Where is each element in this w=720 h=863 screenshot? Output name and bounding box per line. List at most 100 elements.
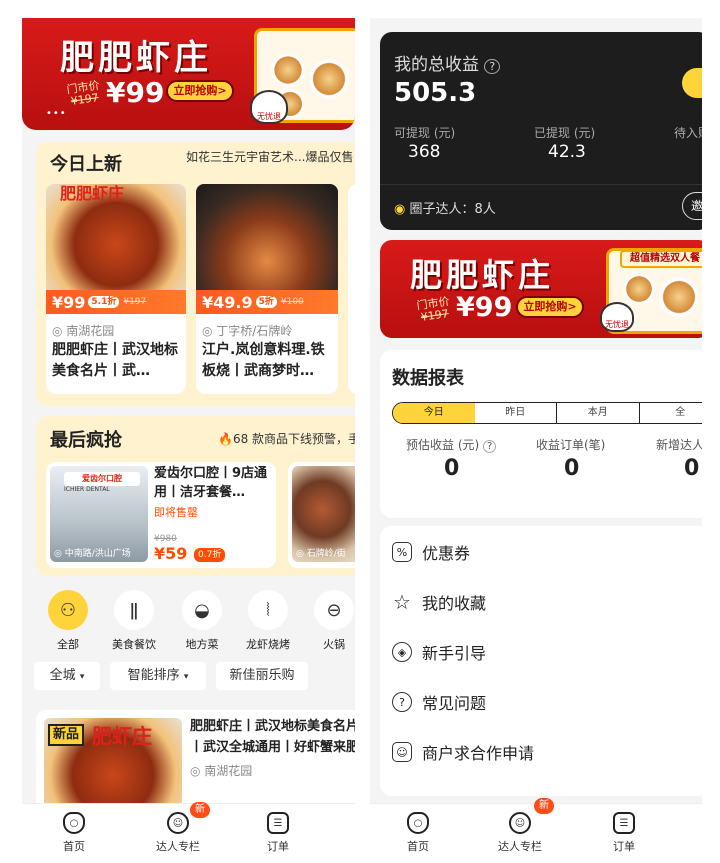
product-title: 肥肥虾庄丨武汉地标美食名片丨武… — [52, 342, 178, 379]
location-text: ◎ 南湖花园 — [190, 764, 253, 778]
metric-label: 新增达人 — [656, 438, 702, 452]
menu-guide[interactable]: ◈ 新手引导 — [392, 640, 486, 664]
expert-icon: ☺ — [509, 812, 531, 834]
filter-sort[interactable]: 智能排序 ▾ — [110, 662, 206, 690]
nav-home[interactable]: ○ 首页 — [44, 812, 104, 854]
mascot-icon: 无忧退 — [600, 302, 634, 332]
profile-screen: 我的总收益 ? 505.3 可提现 (元) 368 已提现 (元) 42.3 待… — [370, 18, 702, 863]
metric-label: 收益订单(笔) — [536, 438, 606, 452]
home-icon: ○ — [63, 812, 85, 834]
today-new-section: 今日上新 如花三生元宇宙艺术...爆品仅售 肥肥虾庄 ¥99 5.1折 ¥197… — [36, 142, 355, 406]
help-icon: ? — [484, 59, 501, 74]
product-image: 肥肥虾庄 — [46, 184, 186, 294]
offline-alert[interactable]: 🔥68 款商品下线预警，手 — [218, 430, 355, 447]
new-badge: 新 — [190, 802, 210, 818]
new-badge: 新 — [534, 798, 554, 814]
product-image — [196, 184, 338, 294]
location-text: ◎ 石牌岭/街 — [296, 549, 346, 559]
nav-orders[interactable]: ☰ 订单 — [594, 812, 654, 854]
banner-pager: ••• — [46, 108, 67, 119]
category-food[interactable]: ǁ 美食餐饮 — [112, 590, 156, 652]
banner-old-price: 门市价 ¥197 — [65, 78, 101, 108]
metric-value: 0 — [564, 456, 580, 481]
metric-value: 0 — [684, 456, 700, 481]
banner-buy-button[interactable]: 立即抢购> — [516, 296, 584, 318]
utensils-icon: ǁ — [114, 590, 154, 630]
section-title: 最后疯抢 — [50, 430, 122, 451]
deal-card[interactable]: 爱齿尔口腔 ICHIER DENTAL ◎ 中南路/洪山广场 爱齿尔口腔丨9店通… — [46, 462, 276, 568]
metric-value: 0 — [444, 456, 460, 481]
report-tabs: 今日 昨日 本月 全 — [392, 402, 702, 424]
target-icon: ◉ — [394, 202, 406, 217]
tab-all[interactable]: 全 — [638, 403, 703, 423]
last-chance-section: 最后疯抢 🔥68 款商品下线预警，手 爱齿尔口腔 ICHIER DENTAL ◎… — [36, 416, 355, 576]
bowl-icon: ◒ — [182, 590, 222, 630]
product-title: 江户.岚创意料理.铁板烧丨武商梦时… — [202, 342, 325, 379]
bottom-nav: ○ 首页 ☺ 达人专栏 新 ☰ 订单 — [22, 802, 355, 863]
category-local[interactable]: ◒ 地方菜 — [180, 590, 224, 652]
banner-title: 肥肥虾庄 — [60, 38, 212, 78]
price-bar: ¥99 5.1折 ¥197 — [46, 290, 186, 314]
price-bar: ¥49.9 5折 ¥100 — [196, 290, 338, 314]
menu-coupons[interactable]: % 优惠券 — [392, 540, 470, 564]
banner-price: ¥99 — [106, 76, 165, 109]
feed-title: 肥肥虾庄丨武汉地标美食名片丨武汉全城通用丨好虾蟹来肥 — [190, 719, 355, 755]
status-badge: 即将售罄 — [154, 506, 198, 519]
pending-label: 待入账 — [674, 126, 702, 140]
merchant-icon: ☺ — [392, 742, 412, 762]
circle-experts[interactable]: ◉ 圈子达人：8人 — [394, 198, 496, 217]
tab-yesterday[interactable]: 昨日 — [475, 403, 557, 423]
promo-banner[interactable]: 肥肥虾庄 门市价 ¥197 ¥99 立即抢购> 超值精选双人餐 无忧退 ••• — [22, 18, 355, 130]
hotpot-icon: ⊖ — [314, 590, 354, 630]
nav-expert[interactable]: ☺ 达人专栏 — [490, 812, 550, 854]
filter-mall[interactable]: 新佳丽乐购 — [216, 662, 308, 690]
banner-buy-button[interactable]: 立即抢购> — [166, 80, 234, 102]
category-all[interactable]: ⚇ 全部 — [46, 590, 90, 652]
product-card-peek[interactable] — [348, 184, 355, 394]
tab-today[interactable]: 今日 — [393, 403, 475, 423]
home-screen: 肥肥虾庄 门市价 ¥197 ¥99 立即抢购> 超值精选双人餐 无忧退 ••• … — [22, 18, 355, 863]
category-hotpot[interactable]: ⊖ 火锅 — [312, 590, 355, 652]
compass-icon: ◈ — [392, 642, 412, 662]
section-title: 今日上新 — [50, 154, 122, 175]
star-icon: ☆ — [393, 590, 411, 614]
coupon-icon: % — [392, 542, 412, 562]
location-text: ◎ 南湖花园 — [52, 324, 115, 338]
product-card[interactable]: ¥49.9 5折 ¥100 ◎ 丁字桥/石牌岭 江户.岚创意料理.铁板烧丨武商梦… — [196, 184, 338, 394]
menu-list: % 优惠券 ☆ 我的收藏 ◈ 新手引导 ? 常见问题 ☺ 商户求合作申请 — [380, 526, 702, 796]
category-bbq[interactable]: ⦚ 龙虾烧烤 — [246, 590, 290, 652]
order-icon: ☰ — [267, 812, 289, 834]
deal-old-price: ¥980 — [154, 534, 177, 544]
location-text: ◎ 丁字桥/石牌岭 — [202, 324, 293, 338]
menu-faq[interactable]: ? 常见问题 — [392, 690, 486, 714]
data-report: 数据报表 今日 昨日 本月 全 预估收益 (元) ? 0 收益订单(笔) 0 新… — [380, 350, 702, 518]
product-card[interactable]: 肥肥虾庄 ¥99 5.1折 ¥197 ◎ 南湖花园 肥肥虾庄丨武汉地标美食名片丨… — [46, 184, 186, 394]
menu-favorites[interactable]: ☆ 我的收藏 — [392, 590, 486, 614]
home-icon: ○ — [407, 812, 429, 834]
nav-home[interactable]: ○ 首页 — [388, 812, 448, 854]
promo-banner[interactable]: 肥肥虾庄 门市价 ¥197 ¥99 立即抢购> 超值精选双人餐 无忧退 — [380, 240, 702, 338]
deal-title: 爱齿尔口腔丨9店通用丨洁牙套餐… — [154, 466, 268, 500]
invite-button[interactable]: 邀 — [682, 192, 702, 220]
expert-icon: ☺ — [167, 812, 189, 834]
nav-expert[interactable]: ☺ 达人专栏 — [148, 812, 208, 854]
earnings-title: 我的总收益 ? — [394, 50, 501, 75]
all-icon: ⚇ — [48, 590, 88, 630]
bottom-nav: ○ 首页 ☺ 达人专栏 新 ☰ 订单 — [370, 798, 702, 863]
skewer-icon: ⦚ — [248, 590, 288, 630]
tab-month[interactable]: 本月 — [556, 403, 639, 423]
withdraw-button[interactable] — [682, 68, 702, 98]
marquee-text[interactable]: 如花三生元宇宙艺术...爆品仅售 — [186, 148, 353, 165]
deal-price: ¥59 — [154, 544, 188, 563]
report-title: 数据报表 — [392, 368, 464, 389]
withdrawable-label: 可提现 (元) — [394, 126, 456, 140]
deal-card[interactable]: ◎ 石牌岭/街 — [288, 462, 355, 568]
withdrawable-value: 368 — [408, 142, 441, 162]
question-icon: ? — [392, 692, 412, 712]
nav-orders[interactable]: ☰ 订单 — [248, 812, 308, 854]
filter-city[interactable]: 全城 ▾ — [34, 662, 100, 690]
withdrawn-label: 已提现 (元) — [534, 126, 596, 140]
menu-merchant-apply[interactable]: ☺ 商户求合作申请 — [392, 740, 534, 764]
location-text: ◎ 中南路/洪山广场 — [54, 549, 131, 559]
earnings-total: 505.3 — [394, 78, 477, 108]
